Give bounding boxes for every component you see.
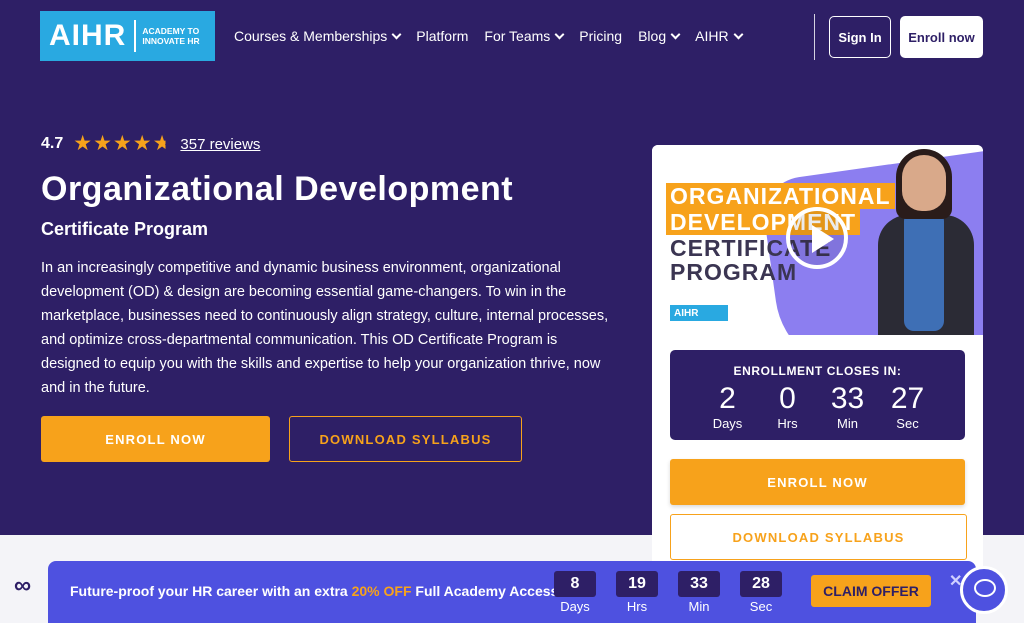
video-title-line: PROGRAM [670,259,798,285]
chat-bubble-glyph [974,579,996,597]
star-icon: ★ [112,132,132,155]
video-thumbnail[interactable]: ORGANIZATIONAL DEVELOPMENT CERTIFICATE P… [652,145,983,335]
menu-item-platform[interactable]: Platform [416,28,468,44]
presenter-scarf [904,211,944,331]
presenter-face [902,155,946,211]
countdown-unit-label: Min [837,416,858,431]
promo-message: Future-proof your HR career with an extr… [70,583,562,599]
menu-item-label: Pricing [579,28,623,44]
menu-item-label: For Teams [484,28,551,44]
page-subtitle: Certificate Program [41,219,209,239]
play-triangle [812,225,834,253]
rating-row: 4.7 ★ ★ ★ ★ ★ 357 reviews [41,132,260,155]
promo-countdown-minutes: 33 Min [678,571,720,614]
star-icon: ★ [93,132,112,155]
promo-countdown-value: 8 [554,571,596,597]
video-title-line: ORGANIZATIONAL [666,183,895,209]
countdown-unit-label: Hrs [777,416,798,431]
enrollment-card: ORGANIZATIONAL DEVELOPMENT CERTIFICATE P… [652,145,983,575]
menu-item-courses[interactable]: Courses & Memberships [234,28,402,44]
promo-banner: Future-proof your HR career with an extr… [48,561,976,623]
logo-tagline-line2: INNOVATE HR [142,36,200,46]
logo-text: AIHR [49,19,127,52]
promo-countdown-unit: Hrs [626,599,648,614]
star-rating: ★ ★ ★ ★ ★ [73,132,172,155]
logo-divider [134,20,137,52]
download-syllabus-button[interactable]: DOWNLOAD SYLLABUS [289,416,522,462]
countdown-hours: 0 Hrs [760,382,816,432]
promo-countdown-unit: Days [560,599,590,614]
countdown-label: ENROLLMENT CLOSES IN: [733,364,902,378]
enrollment-countdown: ENROLLMENT CLOSES IN: 2 Days 0 Hrs 33 Mi… [670,350,965,440]
star-icon: ★ [132,132,152,155]
promo-text-before: Future-proof your HR career with an extr… [70,583,352,599]
countdown-value: 27 [890,382,925,415]
menu-item-label: Platform [416,28,469,44]
chevron-down-icon [554,29,565,39]
card-download-syllabus-button[interactable]: DOWNLOAD SYLLABUS [670,514,967,560]
promo-countdown-days: 8 Days [554,571,596,614]
chat-icon[interactable] [960,566,1008,614]
menu-item-aihr[interactable]: AIHR [695,28,744,44]
promo-countdown-unit: Sec [749,599,773,614]
reviews-link[interactable]: 357 reviews [180,136,260,153]
promo-countdown-value: 28 [740,571,782,597]
countdown-units: 2 Days 0 Hrs 33 Min 27 Sec [670,382,965,432]
menu-item-label: Blog [638,28,667,44]
star-half-icon: ★ [152,132,172,155]
rating-score: 4.7 [41,135,64,152]
promo-countdown-value: 19 [616,571,658,597]
meta-icon: ∞ [14,572,32,599]
menu-item-blog[interactable]: Blog [638,28,681,44]
chevron-down-icon [733,29,744,39]
chevron-down-icon [391,29,402,39]
promo-countdown-value: 33 [678,571,720,597]
countdown-value: 0 [779,382,796,415]
countdown-unit-label: Days [712,416,743,431]
aihr-logo[interactable]: AIHR ACADEMY TO INNOVATE HR [40,11,215,61]
enroll-now-button[interactable]: ENROLL NOW [41,416,270,462]
program-description: In an increasingly competitive and dynam… [41,260,609,396]
claim-offer-button[interactable]: CLAIM OFFER [811,575,931,607]
countdown-unit-label: Sec [896,416,919,431]
page-title: Organizational Development [41,170,514,208]
sign-in-button[interactable]: Sign In [829,16,891,58]
card-enroll-now-button[interactable]: ENROLL NOW [670,459,965,505]
enroll-now-nav-button[interactable]: Enroll now [900,16,983,58]
promo-countdown-unit: Min [688,599,710,614]
play-icon[interactable] [786,207,848,269]
menu-item-for-teams[interactable]: For Teams [484,28,565,44]
chevron-down-icon [670,29,681,39]
menu-item-label: Courses & Memberships [234,28,388,44]
promo-countdown-hours: 19 Hrs [616,571,658,614]
top-nav: AIHR ACADEMY TO INNOVATE HR Courses & Me… [0,0,1024,72]
star-icon: ★ [73,132,93,155]
countdown-days: 2 Days [700,382,756,432]
nav-divider [814,14,815,60]
video-logo: AIHR [670,305,728,321]
countdown-seconds: 27 Sec [880,382,936,432]
countdown-value: 2 [719,382,736,415]
promo-countdown-seconds: 28 Sec [740,571,782,614]
presenter-image [874,145,974,335]
countdown-minutes: 33 Min [820,382,876,432]
logo-tagline: ACADEMY TO INNOVATE HR [142,26,199,46]
promo-discount: 20% OFF [351,583,412,599]
countdown-value: 33 [830,382,865,415]
promo-text-after: Full Academy Access. [411,583,563,599]
main-menu: Courses & Memberships Platform For Teams… [234,28,758,44]
menu-item-label: AIHR [695,28,729,44]
menu-item-pricing[interactable]: Pricing [579,28,622,44]
logo-tagline-line1: ACADEMY TO [142,26,200,36]
